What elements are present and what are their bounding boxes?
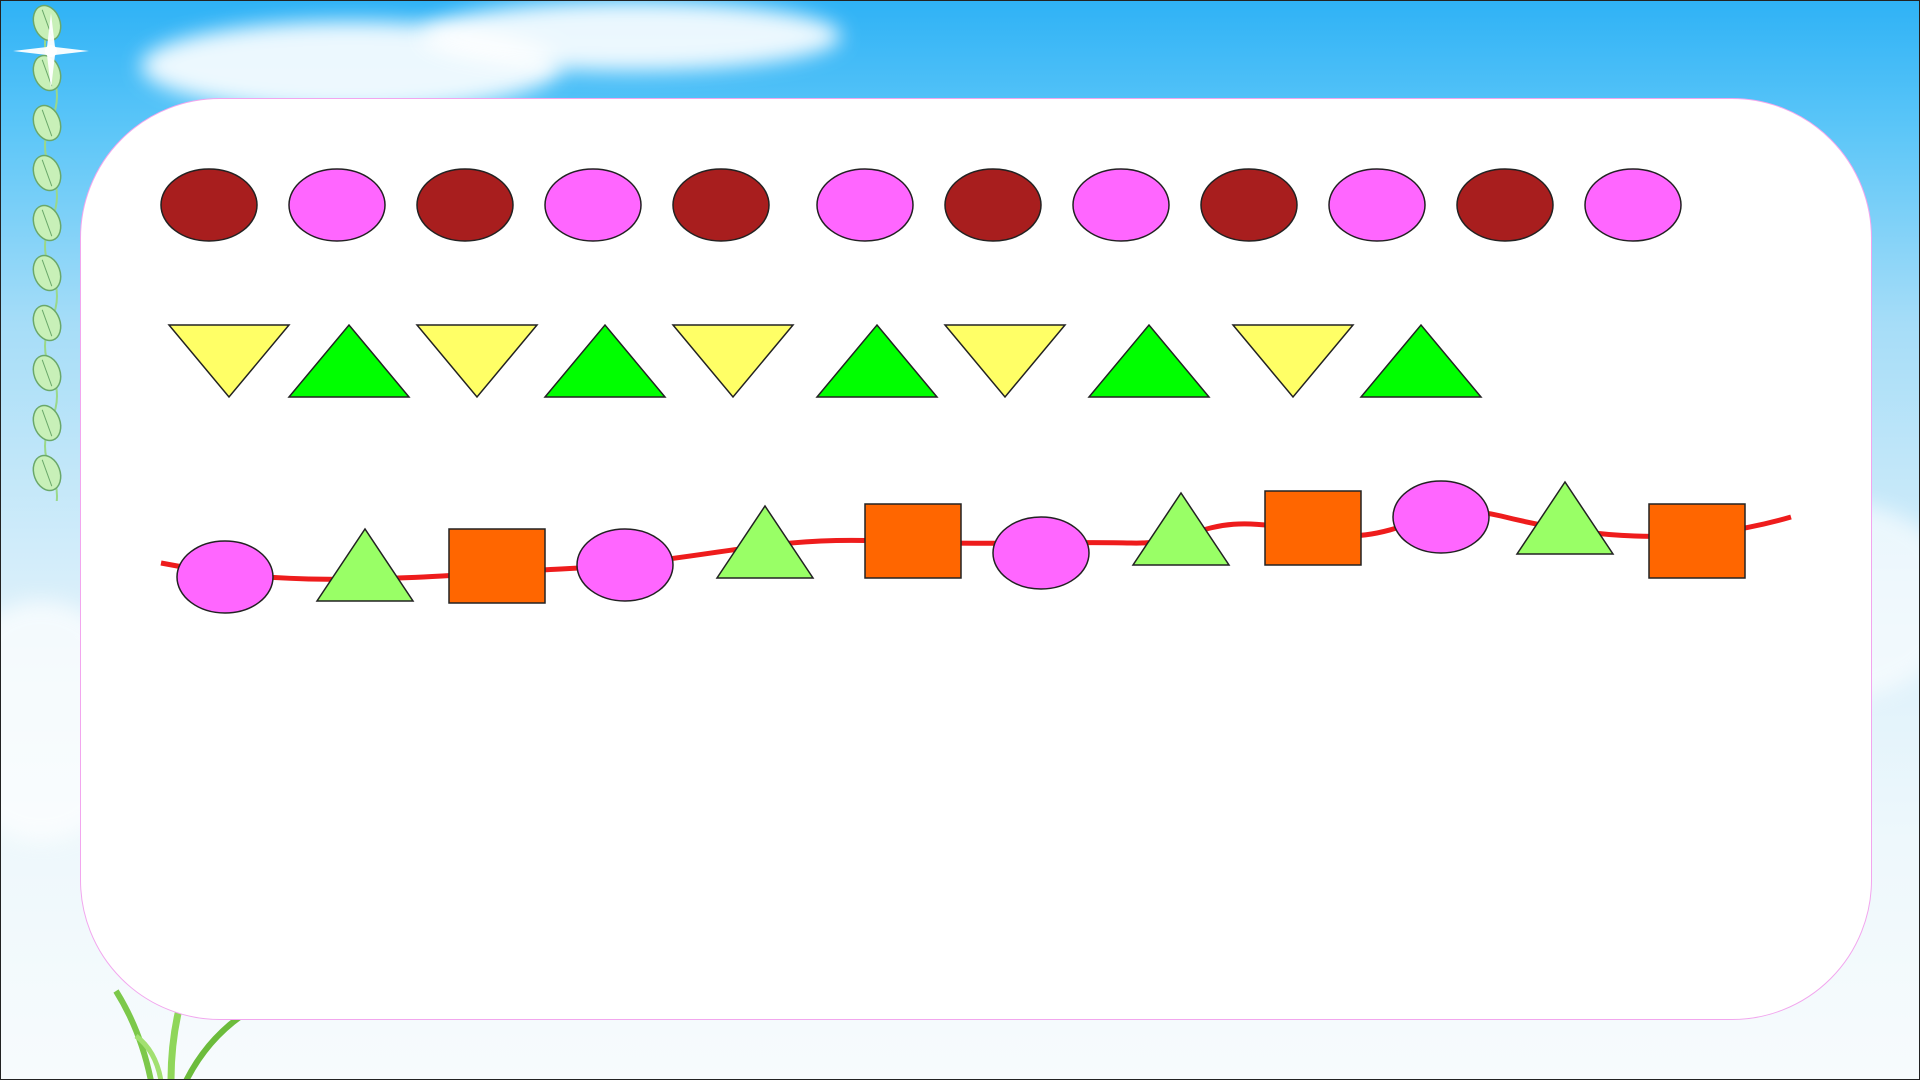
ellipse-pattern-row-ellipse-10: [1456, 168, 1554, 242]
string-of-beads-row-ellipse-9: [1392, 480, 1490, 554]
triangle-pattern-row-triangle-up-5: [815, 323, 939, 398]
triangle-pattern-row-triangle-down-8: [1231, 324, 1355, 399]
pattern-shapes: [160, 168, 1792, 614]
string-of-beads-row-square-2: [448, 528, 546, 604]
triangle-pattern-row-triangle-down-0: [167, 324, 291, 399]
slide-background: [0, 0, 1920, 1080]
ellipse-pattern-row-ellipse-4: [672, 168, 770, 242]
ellipse-pattern-row-ellipse-3: [544, 168, 642, 242]
ellipse-pattern-row-ellipse-11: [1584, 168, 1682, 242]
triangle-pattern-row-triangle-up-9: [1359, 323, 1483, 398]
string-of-beads-row-triangle-up-10: [1515, 480, 1615, 555]
triangle-pattern-row-triangle-down-6: [943, 324, 1067, 399]
ellipse-pattern-row-ellipse-7: [1072, 168, 1170, 242]
string-of-beads-row-triangle-up-1: [315, 527, 415, 602]
ellipse-pattern-row-ellipse-5: [816, 168, 914, 242]
ellipse-pattern-row-ellipse-8: [1200, 168, 1298, 242]
string-of-beads-row-square-5: [864, 503, 962, 579]
ellipse-pattern-row-ellipse-6: [944, 168, 1042, 242]
string-of-beads-row-ellipse-0: [176, 540, 274, 614]
triangle-pattern-row-triangle-down-4: [671, 324, 795, 399]
triangle-pattern-row-triangle-down-2: [415, 324, 539, 399]
ellipse-pattern-row-ellipse-9: [1328, 168, 1426, 242]
ellipse-pattern-row-ellipse-2: [416, 168, 514, 242]
triangle-pattern-row-triangle-up-1: [287, 323, 411, 398]
ellipse-pattern-row-ellipse-0: [160, 168, 258, 242]
triangle-pattern-row-triangle-up-3: [543, 323, 667, 398]
triangle-pattern-row-triangle-up-7: [1087, 323, 1211, 398]
string-of-beads-row-ellipse-3: [576, 528, 674, 602]
string-of-beads-row-square-8: [1264, 490, 1362, 566]
ellipse-pattern-row-ellipse-1: [288, 168, 386, 242]
string-of-beads-row-ellipse-6: [992, 516, 1090, 590]
string-of-beads-row-square-11: [1648, 503, 1746, 579]
